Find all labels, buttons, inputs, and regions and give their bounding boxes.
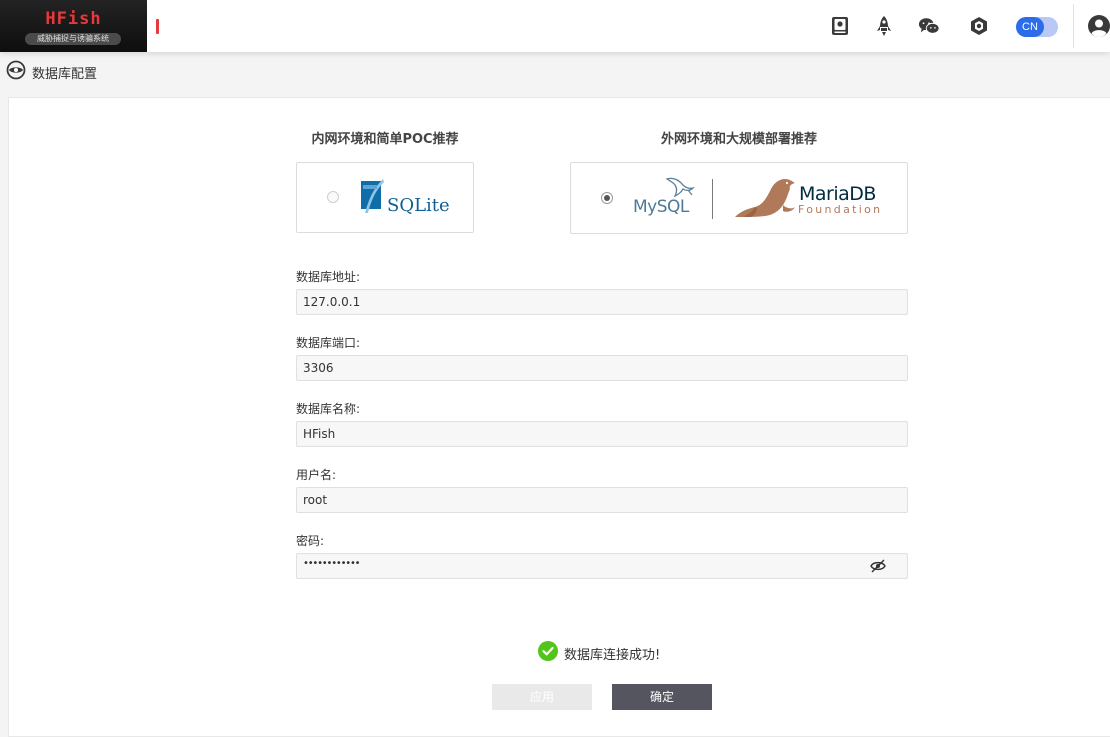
sqlite-logo-text: SQLite bbox=[387, 195, 450, 216]
connection-status: 数据库连接成功! bbox=[538, 641, 661, 665]
db-name-label: 数据库名称: bbox=[296, 402, 361, 416]
logo-subtitle: 威胁捕捉与诱骗系统 bbox=[25, 33, 121, 45]
mysql-radio[interactable] bbox=[601, 192, 613, 204]
mariadb-seal-icon bbox=[733, 177, 797, 223]
page-title: 数据库配置 bbox=[32, 66, 98, 82]
apply-button[interactable]: 应用 bbox=[492, 684, 592, 710]
port-input[interactable] bbox=[296, 355, 908, 381]
db-name-input[interactable] bbox=[296, 421, 908, 447]
mariadb-logo-text: MariaDB bbox=[799, 183, 876, 205]
page-header: 数据库配置 bbox=[6, 60, 98, 84]
book-icon[interactable] bbox=[829, 14, 851, 38]
password-label: 密码: bbox=[296, 534, 325, 548]
mariadb-foundation-text: Foundation bbox=[798, 203, 883, 216]
toggle-visibility-eye-icon[interactable] bbox=[870, 558, 886, 573]
sqlite-logo-icon bbox=[359, 179, 385, 219]
confirm-button[interactable]: 确定 bbox=[612, 684, 712, 710]
rocket-icon[interactable] bbox=[873, 14, 895, 38]
mysql-mariadb-option[interactable]: MySQL MariaDB Foundation bbox=[570, 162, 908, 234]
sqlite-radio[interactable] bbox=[327, 191, 339, 203]
password-mask: •••••••••••• bbox=[303, 558, 361, 569]
sqlite-option[interactable]: SQLite bbox=[296, 162, 474, 233]
password-input[interactable]: •••••••••••• bbox=[296, 553, 908, 579]
username-label: 用户名: bbox=[296, 468, 337, 482]
mysql-logo-text: MySQL bbox=[633, 197, 689, 217]
hfish-logo[interactable]: HFish 威胁捕捉与诱骗系统 bbox=[0, 0, 147, 52]
host-label: 数据库地址: bbox=[296, 270, 361, 284]
success-check-icon bbox=[538, 641, 558, 665]
top-bar: HFish 威胁捕捉与诱骗系统 CN bbox=[0, 0, 1110, 52]
port-label: 数据库端口: bbox=[296, 336, 361, 350]
username-input[interactable] bbox=[296, 487, 908, 513]
config-card bbox=[8, 97, 1110, 737]
active-indicator bbox=[156, 19, 159, 34]
database-config-icon bbox=[6, 60, 26, 84]
intranet-title: 内网环境和简单POC推荐 bbox=[311, 132, 459, 147]
language-label: CN bbox=[1016, 17, 1044, 37]
logo-title: HFish bbox=[45, 9, 102, 29]
user-avatar-icon[interactable] bbox=[1088, 15, 1110, 37]
logo-separator bbox=[712, 179, 713, 219]
host-input[interactable] bbox=[296, 289, 908, 315]
internet-title: 外网环境和大规模部署推荐 bbox=[660, 132, 817, 147]
hexagon-icon[interactable] bbox=[968, 14, 990, 38]
topbar-divider bbox=[1073, 4, 1074, 48]
wechat-icon[interactable] bbox=[918, 14, 940, 38]
language-toggle[interactable]: CN bbox=[1016, 17, 1058, 37]
status-message: 数据库连接成功! bbox=[564, 647, 661, 663]
